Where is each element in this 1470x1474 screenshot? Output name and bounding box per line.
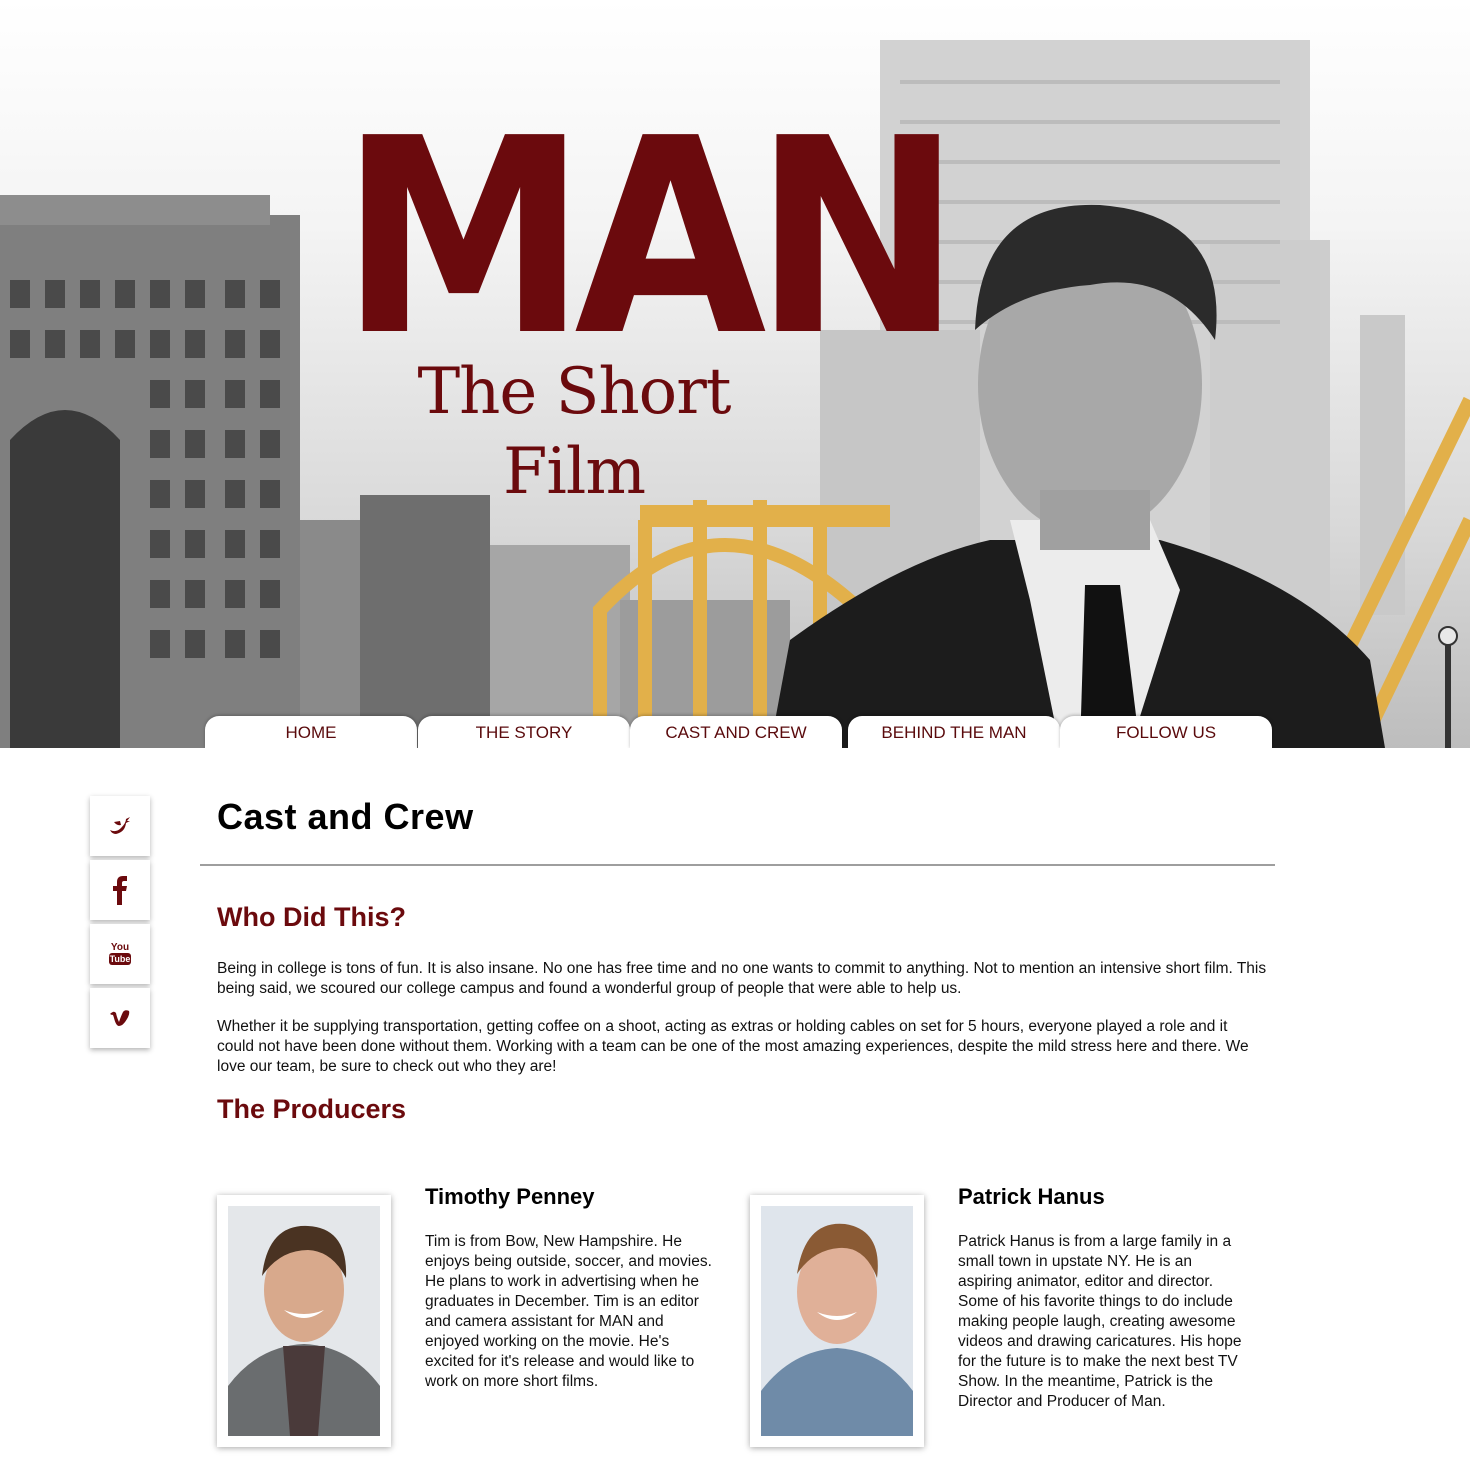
logo-subtitle: The Short Film <box>417 355 731 509</box>
nav-behind-the-man[interactable]: BEHIND THE MAN <box>848 716 1060 748</box>
vimeo-button[interactable] <box>90 988 150 1048</box>
logo-title: MAN <box>340 80 962 395</box>
youtube-button[interactable]: You Tube <box>90 924 150 984</box>
section-heading-producers: The Producers <box>217 1094 407 1124</box>
producer-photo-frame <box>750 1195 924 1447</box>
nav-cast-and-crew[interactable]: CAST AND CREW <box>630 716 842 748</box>
intro-paragraph-2: Whether it be supplying transportation, … <box>217 1018 1249 1075</box>
producer-bio: Tim is from Bow, New Hampshire. He enjoy… <box>425 1233 712 1390</box>
twitter-button[interactable] <box>90 796 150 856</box>
nav-the-story[interactable]: THE STORY <box>418 716 630 748</box>
facebook-icon <box>113 876 127 905</box>
facebook-button[interactable] <box>90 860 150 920</box>
producer-photo-frame <box>217 1195 391 1447</box>
intro-paragraph-1: Being in college is tons of fun. It is a… <box>217 960 1267 997</box>
page-title: Cast and Crew <box>217 796 474 837</box>
youtube-icon: You Tube <box>109 942 131 965</box>
nav-follow-us[interactable]: FOLLOW US <box>1060 716 1272 748</box>
divider <box>200 864 1275 866</box>
social-sidebar: You Tube <box>90 796 150 1052</box>
twitter-icon <box>110 817 130 834</box>
producer-bio: Patrick Hanus is from a large family in … <box>958 1233 1242 1410</box>
producer-photo <box>228 1206 380 1436</box>
producer-name: Patrick Hanus <box>958 1184 1105 1209</box>
main-nav: HOME THE STORY CAST AND CREW BEHIND THE … <box>205 716 1273 748</box>
nav-home[interactable]: HOME <box>205 716 417 748</box>
producer-name: Timothy Penney <box>425 1184 595 1209</box>
vimeo-icon <box>110 1010 130 1026</box>
producer-photo <box>761 1206 913 1436</box>
hero-banner: MAN The Short Film HOME THE STORY CAST A… <box>0 0 1470 748</box>
section-heading-who-did-this: Who Did This? <box>217 902 406 932</box>
